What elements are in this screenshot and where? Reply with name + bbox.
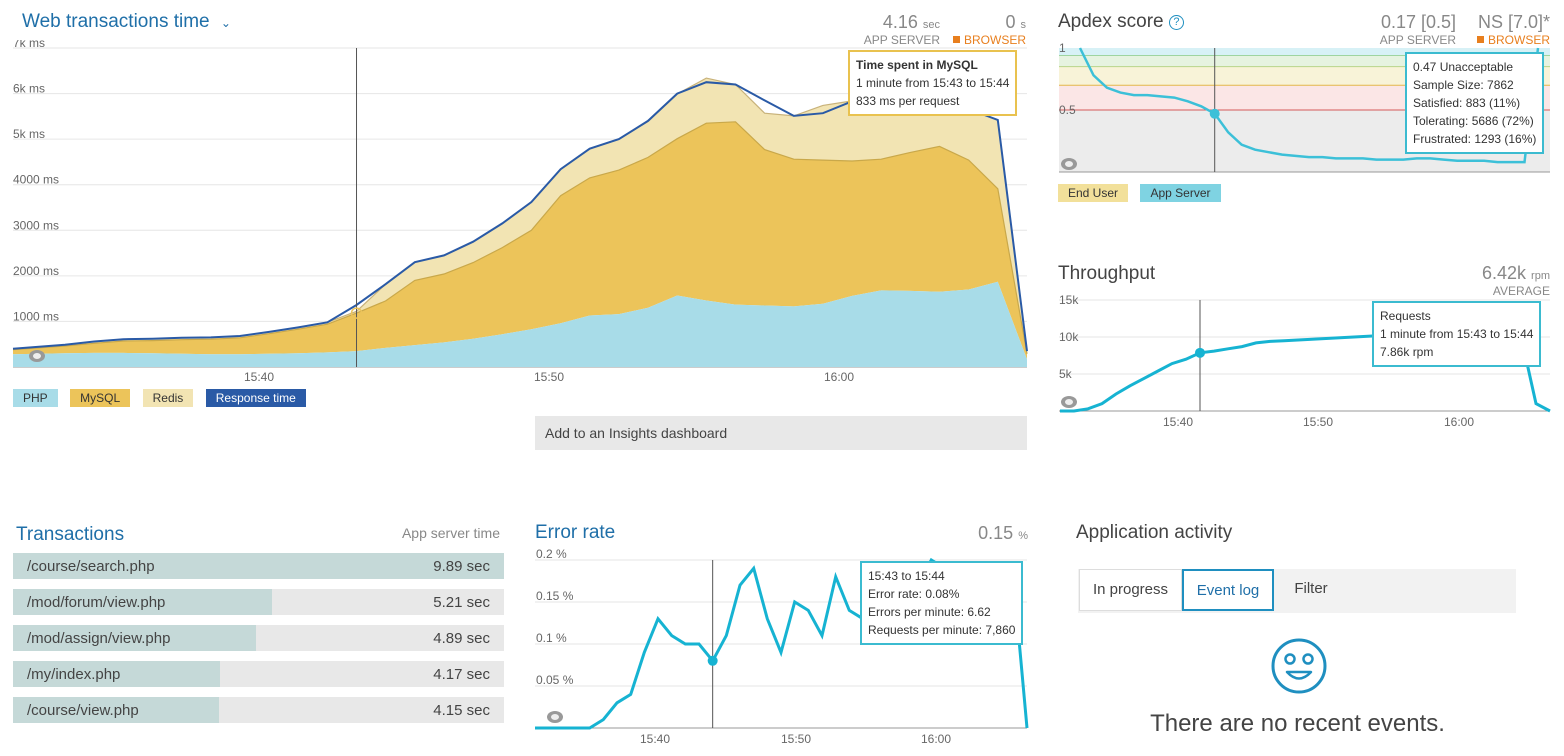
apdex-title: Apdex score ? [1058, 11, 1184, 33]
cursor-point [1195, 347, 1205, 358]
error-rate-tooltip: 15:43 to 15:44 Error rate: 0.08% Errors … [860, 561, 1024, 645]
x-tick-label: 16:00 [1444, 415, 1474, 429]
y-tick-label: 10k [1059, 330, 1079, 344]
legend-response-time[interactable]: Response time [205, 389, 306, 407]
y-tick-label: 5k [1059, 367, 1073, 381]
x-tick-label: 16:00 [921, 732, 951, 746]
y-tick-label: 4000 ms [13, 173, 59, 187]
pause-toggle-icon[interactable] [547, 711, 563, 723]
smiley-icon [1271, 638, 1327, 694]
pause-toggle-icon[interactable] [1061, 396, 1077, 408]
y-tick-label: 0.05 % [536, 673, 574, 687]
transaction-time: 4.89 sec [433, 630, 490, 647]
web-tx-app-value: 4.16 sec [882, 12, 940, 32]
web-tx-legend: PHP MySQL Redis Response time [13, 389, 306, 407]
throughput-tooltip: Requests 1 minute from 15:43 to 15:44 7.… [1372, 301, 1542, 367]
transaction-row[interactable]: /my/index.php 4.17 sec [13, 661, 504, 687]
transaction-time: 5.21 sec [433, 594, 490, 611]
error-rate-value: 0.15 % [978, 523, 1028, 543]
x-tick-label: 15:50 [534, 370, 564, 384]
help-icon[interactable]: ? [1168, 15, 1184, 30]
apdex-tooltip: 0.47 Unacceptable Sample Size: 7862 Sati… [1405, 52, 1545, 154]
y-tick-label: 0.1 % [536, 631, 567, 645]
empty-events-message: There are no recent events. [1150, 710, 1445, 737]
chevron-down-icon: ⌄ [220, 16, 231, 30]
apdex-legend: End User App Server [1058, 184, 1221, 202]
y-tick-label: 0.5 [1059, 103, 1076, 117]
tab-in-progress[interactable]: In progress [1079, 569, 1182, 611]
x-tick-label: 15:50 [1303, 415, 1333, 429]
x-tick-label: 15:40 [640, 732, 670, 746]
y-tick-label: 2000 ms [13, 264, 59, 278]
tab-event-log[interactable]: Event log [1182, 569, 1274, 611]
apdex-app-value: 0.17 [0.5] [1380, 12, 1456, 32]
y-tick-label: 0.2 % [536, 547, 567, 561]
web-tx-title[interactable]: Web transactions time ⌄ [22, 11, 231, 33]
transactions-column-label: App server time [401, 525, 500, 541]
y-tick-label: 6k ms [13, 82, 45, 96]
x-tick-label: 16:00 [824, 370, 854, 384]
cursor-point [1209, 108, 1220, 119]
transaction-name: /course/search.php [27, 558, 155, 575]
y-tick-label: 3000 ms [13, 218, 59, 232]
transaction-row[interactable]: /mod/forum/view.php 5.21 sec [13, 589, 504, 615]
transaction-name: /mod/forum/view.php [27, 594, 166, 611]
x-tick-label: 15:40 [1163, 415, 1193, 429]
y-tick-label: 15k [1059, 293, 1079, 307]
transaction-time: 4.17 sec [433, 666, 490, 683]
error-rate-title[interactable]: Error rate [535, 522, 615, 544]
legend-mysql[interactable]: MySQL [70, 389, 131, 407]
pause-toggle-icon[interactable] [29, 350, 45, 362]
throughput-title: Throughput [1058, 263, 1156, 284]
transaction-row[interactable]: /mod/assign/view.php 4.89 sec [13, 625, 504, 651]
throughput-value: 6.42k rpm [1481, 263, 1550, 283]
transaction-name: /course/view.php [27, 702, 139, 719]
transaction-time: 4.15 sec [433, 702, 490, 719]
tab-filter[interactable]: Filter [1274, 569, 1348, 611]
transaction-row[interactable]: /course/search.php 9.89 sec [13, 553, 504, 579]
legend-redis[interactable]: Redis [142, 389, 194, 407]
apdex-browser-value: NS [7.0]* [1477, 12, 1550, 32]
web-tx-browser-value: 0 s [1005, 12, 1026, 32]
y-tick-label: 5k ms [13, 127, 45, 141]
legend-php[interactable]: PHP [13, 389, 58, 407]
y-tick-label: 1000 ms [13, 309, 59, 323]
transactions-title[interactable]: Transactions [16, 524, 124, 546]
x-tick-label: 15:40 [244, 370, 274, 384]
transaction-row[interactable]: /course/view.php 4.15 sec [13, 697, 504, 723]
x-tick-label: 15:50 [781, 732, 811, 746]
add-to-insights-button[interactable]: Add to an Insights dashboard [535, 416, 1027, 450]
pause-toggle-icon[interactable] [1061, 158, 1077, 170]
activity-title: Application activity [1076, 522, 1233, 543]
transaction-name: /mod/assign/view.php [27, 630, 171, 647]
legend-end-user[interactable]: End User [1058, 184, 1129, 202]
y-tick-label: 0.15 % [536, 589, 574, 603]
web-tx-tooltip: Time spent in MySQL 1 minute from 15:43 … [848, 50, 1018, 116]
transaction-name: /my/index.php [27, 666, 121, 683]
cursor-point [707, 655, 718, 666]
legend-app-server[interactable]: App Server [1140, 184, 1221, 202]
y-tick-label: 1 [1059, 41, 1066, 55]
transaction-time: 9.89 sec [433, 558, 490, 575]
y-tick-label: 7k ms [13, 40, 45, 50]
